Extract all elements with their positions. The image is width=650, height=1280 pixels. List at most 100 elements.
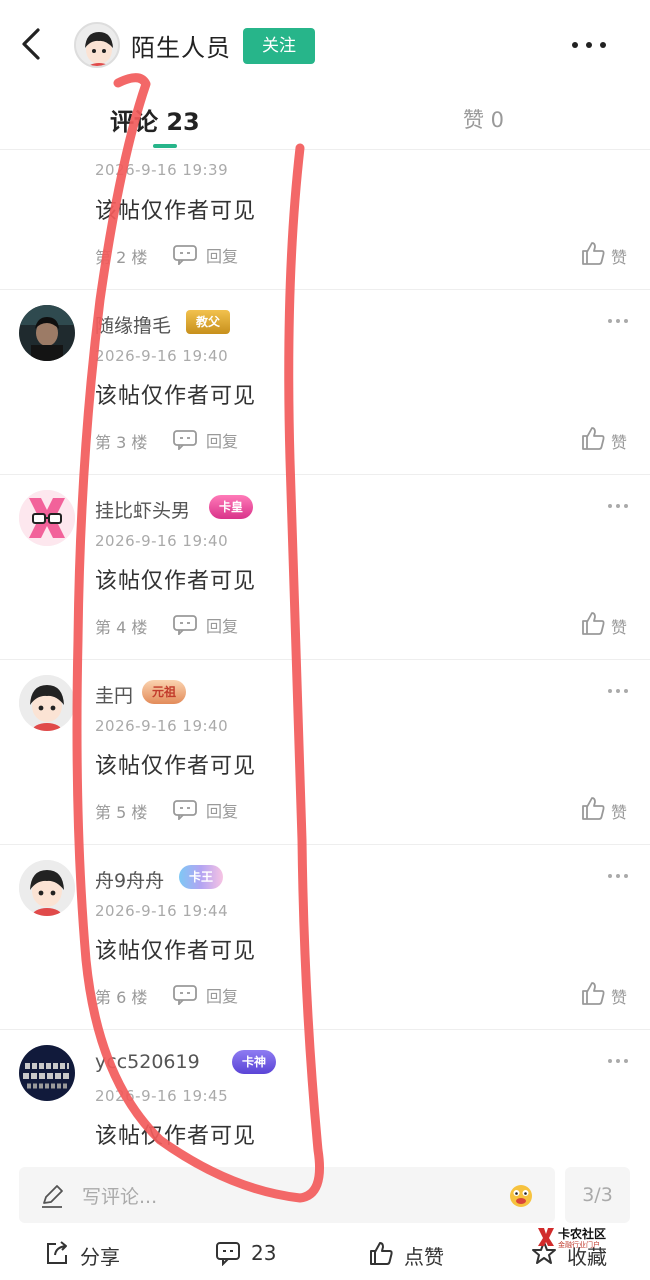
like-button[interactable]: 赞 (580, 425, 632, 453)
watermark: 卡农社区 金融行业门户 (536, 1224, 616, 1258)
comment-more-button[interactable] (607, 317, 629, 327)
share-label: 分享 (80, 1245, 120, 1269)
dot-icon (586, 42, 592, 48)
dot-icon (624, 319, 628, 323)
comment-time: 2026-9-16 19:45 (95, 1087, 229, 1105)
comment-item: 随缘撸毛 教父 2026-9-16 19:40 该帖仅作者可见 第 3 楼 回复… (0, 290, 650, 475)
comment-time: 2026-9-16 19:40 (95, 532, 229, 550)
comment-text: 该帖仅作者可见 (95, 754, 257, 779)
active-tab-indicator (153, 144, 177, 148)
comment-bubble-icon (173, 245, 197, 265)
commenter-name[interactable]: 挂比虾头男 (95, 496, 190, 523)
watermark-subtitle: 金融行业门户 (558, 1241, 600, 1249)
comment-more-button[interactable] (607, 687, 629, 697)
comment-floor: 第 3 楼 (95, 433, 148, 452)
like-button[interactable]: 赞 (580, 610, 632, 638)
comment-more-button[interactable] (607, 1057, 629, 1067)
tab-comments[interactable]: 评论 23 (110, 102, 200, 137)
tab-likes[interactable]: 赞 0 (463, 104, 504, 134)
dot-icon (624, 504, 628, 508)
comment-bubble-icon (173, 615, 197, 635)
reply-label: 回复 (206, 617, 239, 636)
comments-count-button[interactable]: 23 (215, 1240, 295, 1272)
commenter-avatar[interactable] (19, 305, 75, 361)
dot-icon (608, 689, 612, 693)
comment-text: 该帖仅作者可见 (95, 384, 257, 409)
dot-icon (624, 689, 628, 693)
commenter-avatar[interactable] (19, 675, 75, 731)
comment-time: 2026-9-16 19:40 (95, 717, 229, 735)
comment-time: 2026-9-16 19:40 (95, 347, 229, 365)
dot-icon (624, 874, 628, 878)
reply-label: 回复 (206, 432, 239, 451)
comment-floor: 第 2 楼 (95, 248, 148, 267)
comment-more-button[interactable] (607, 502, 629, 512)
comment-bubble-icon (216, 1242, 240, 1266)
cartoon-avatar-icon (19, 675, 75, 731)
reply-label: 回复 (206, 987, 239, 1006)
commenter-name[interactable]: 舟9舟舟 (95, 866, 164, 893)
cartoon-avatar-icon (76, 24, 118, 66)
reply-button[interactable]: 回复 (173, 243, 253, 267)
reply-button[interactable]: 回复 (173, 428, 253, 452)
reply-button[interactable]: 回复 (173, 613, 253, 637)
comment-time: 2026-9-16 19:44 (95, 902, 229, 920)
thumbs-up-icon (582, 612, 605, 635)
reply-button[interactable]: 回复 (173, 798, 253, 822)
thumbs-up-icon (582, 242, 605, 265)
like-post-label: 点赞 (404, 1245, 444, 1269)
dot-icon (572, 42, 578, 48)
like-label: 赞 (611, 988, 628, 1007)
commenter-name[interactable]: 随缘撸毛 (95, 311, 171, 338)
follow-button[interactable]: 关注 (243, 28, 315, 64)
comment-bubble-icon (173, 430, 197, 450)
dot-icon (608, 319, 612, 323)
more-options-button[interactable] (566, 30, 612, 60)
thumbs-up-icon (582, 982, 605, 1005)
back-button[interactable] (18, 26, 48, 62)
reply-label: 回复 (206, 247, 239, 266)
commenter-name[interactable]: 圭円 (95, 681, 133, 708)
comment-time: 2026-9-16 19:39 (95, 161, 229, 179)
reply-button[interactable]: 回复 (173, 983, 253, 1007)
rank-badge: 卡皇 (209, 495, 254, 519)
dot-icon (616, 319, 620, 323)
emoji-icon[interactable] (507, 1181, 535, 1209)
comment-floor: 第 6 楼 (95, 988, 148, 1007)
rank-badge: 卡王 (179, 865, 224, 889)
commenter-avatar[interactable] (19, 860, 75, 916)
dot-icon (608, 504, 612, 508)
photo-avatar-icon (19, 305, 75, 361)
commenter-name[interactable]: ycc520619 (95, 1051, 200, 1073)
page-indicator[interactable]: 3/3 (565, 1167, 630, 1223)
thumbs-up-icon (582, 427, 605, 450)
comment-more-button[interactable] (607, 872, 629, 882)
comment-item: 舟9舟舟 卡王 2026-9-16 19:44 该帖仅作者可见 第 6 楼 回复… (0, 845, 650, 1030)
comment-list[interactable]: 2026-9-16 19:39 该帖仅作者可见 第 2 楼 回复 赞 随缘撸毛 … (0, 150, 650, 1160)
like-button[interactable]: 赞 (580, 240, 632, 268)
like-button[interactable]: 赞 (580, 980, 632, 1008)
comment-item: 挂比虾头男 卡皇 2026-9-16 19:40 该帖仅作者可见 第 4 楼 回… (0, 475, 650, 660)
k-logo-avatar-icon (19, 490, 75, 546)
like-button[interactable]: 赞 (580, 795, 632, 823)
commenter-avatar[interactable] (19, 490, 75, 546)
rank-badge: 教父 (186, 310, 231, 334)
thumbs-up-icon (370, 1242, 393, 1265)
like-post-button[interactable]: 点赞 (368, 1240, 458, 1272)
like-label: 赞 (611, 433, 628, 452)
comment-bubble-icon (173, 985, 197, 1005)
comment-item: 圭円 元祖 2026-9-16 19:40 该帖仅作者可见 第 5 楼 回复 赞 (0, 660, 650, 845)
comment-text: 该帖仅作者可见 (95, 199, 257, 224)
like-label: 赞 (611, 803, 628, 822)
comment-input[interactable]: 写评论... (19, 1167, 555, 1223)
comments-count: 23 (251, 1241, 277, 1265)
user-name: 陌生人员 (131, 34, 231, 62)
dot-icon (608, 874, 612, 878)
thumbs-up-icon (582, 797, 605, 820)
user-avatar[interactable] (74, 22, 120, 68)
reply-label: 回复 (206, 802, 239, 821)
commenter-avatar[interactable] (19, 1045, 75, 1101)
cartoon-avatar-icon (19, 860, 75, 916)
share-button[interactable]: 分享 (44, 1240, 134, 1272)
like-label: 赞 (611, 248, 628, 267)
